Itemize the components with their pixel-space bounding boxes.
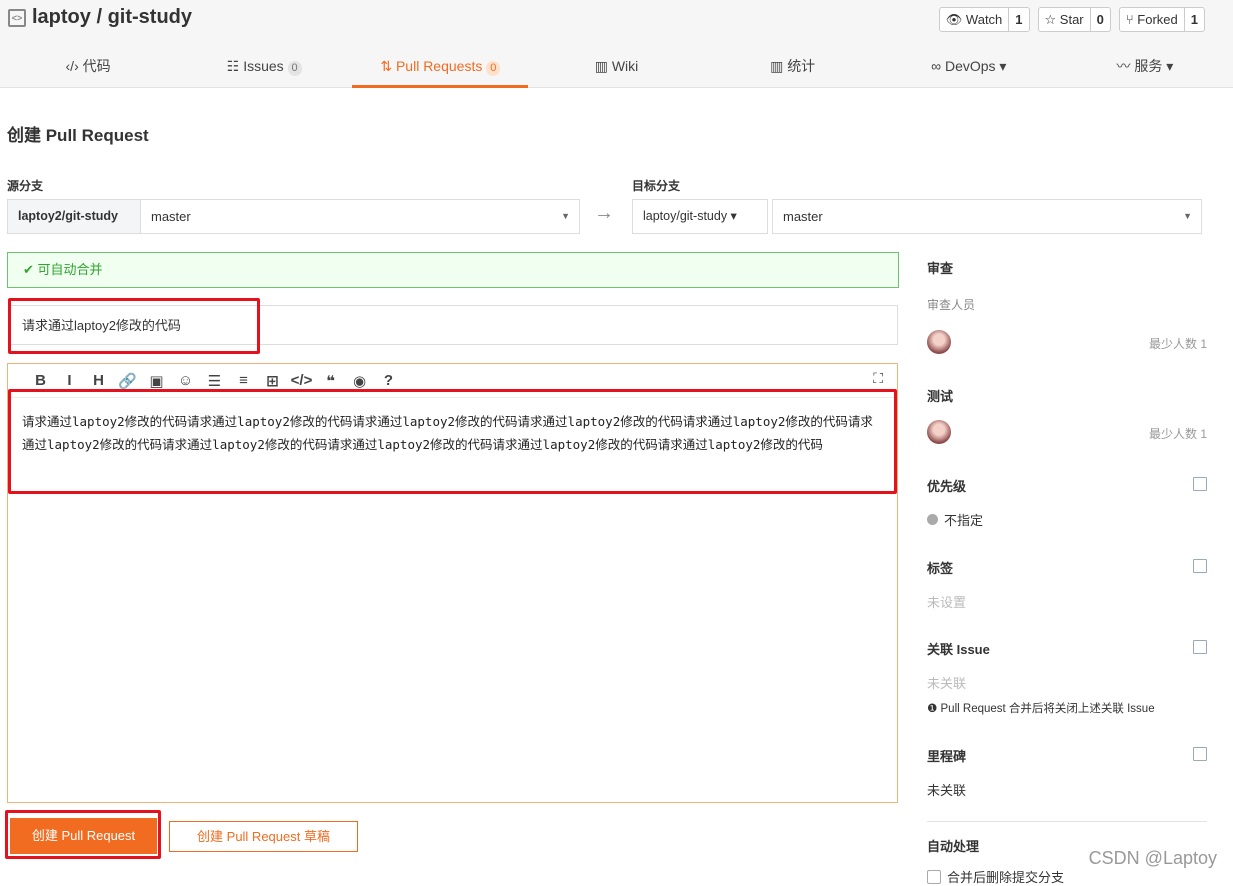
labels-value: 未设置 — [927, 595, 967, 610]
book-icon: ▥ — [594, 58, 612, 74]
target-branch-select[interactable]: master ▼ — [772, 199, 1202, 234]
emoji-icon[interactable]: ☺ — [171, 372, 200, 389]
watermark: CSDN @Laptoy — [1088, 848, 1217, 868]
tab-pull-requests[interactable]: ⇅ Pull Requests 0 — [352, 50, 529, 88]
arrow-right-icon: → — [594, 202, 614, 224]
edit-icon[interactable] — [1193, 559, 1207, 573]
edit-icon[interactable] — [1193, 477, 1207, 491]
fork-icon: ⑂ Forked — [1125, 12, 1178, 27]
tab-devops[interactable]: ∞ DevOps ▾ — [881, 50, 1057, 88]
repo-icon: <> — [8, 8, 26, 27]
tab-code[interactable]: ‹/› 代码 — [0, 50, 176, 88]
code-icon[interactable]: </> — [287, 372, 316, 389]
fullscreen-icon[interactable]: ⛶ — [873, 370, 883, 387]
avatar[interactable] — [927, 420, 951, 444]
fork-button[interactable]: ⑂ Forked 1 — [1118, 7, 1205, 32]
help-icon[interactable]: ? — [374, 372, 403, 389]
bullet-list-icon[interactable]: ☰ — [200, 372, 229, 390]
milestone-title: 里程碑 — [927, 749, 967, 764]
test-title: 测试 — [927, 389, 954, 404]
star-button[interactable]: ☆ Star 0 — [1037, 7, 1111, 32]
target-repo-select[interactable]: laptoy/git-study ▾ — [632, 199, 768, 234]
link-icon[interactable]: 🔗 — [113, 372, 142, 390]
checkbox[interactable] — [927, 870, 941, 884]
priority-value: 不指定 — [944, 513, 984, 528]
watch-button[interactable]: 👁 Watch 1 — [938, 7, 1030, 32]
target-label: 目标分支 — [632, 179, 681, 193]
tab-wiki[interactable]: ▥ Wiki — [528, 50, 704, 88]
highlight-box — [8, 298, 260, 354]
image-icon[interactable]: ▣ — [142, 372, 171, 390]
repo-title[interactable]: <> laptoy / git-study — [8, 6, 192, 29]
reviewer-label: 审查人员 — [927, 298, 976, 312]
caret-down-icon: ▼ — [1183, 211, 1192, 221]
ordered-list-icon[interactable]: ≡ — [229, 372, 258, 389]
quote-icon[interactable]: ❝ — [316, 372, 345, 390]
italic-icon[interactable]: I — [55, 372, 84, 389]
tab-services[interactable]: 〰 服务 ▾ — [1057, 50, 1233, 88]
star-icon: ☆ Star — [1044, 12, 1084, 27]
issue-value: 未关联 — [927, 676, 967, 691]
table-icon[interactable]: ⊞ — [258, 372, 287, 390]
edit-icon[interactable] — [1193, 747, 1207, 761]
edit-icon[interactable] — [1193, 640, 1207, 654]
eye-icon: 👁 Watch — [945, 12, 1003, 27]
infinity-icon: ∞ — [931, 58, 945, 74]
tab-issues[interactable]: ☷ Issues 0 — [176, 50, 352, 88]
source-repo: laptoy2/git-study — [7, 199, 141, 234]
create-draft-button[interactable]: 创建 Pull Request 草稿 — [169, 821, 358, 852]
repo-header: <> laptoy / git-study 👁 Watch 1 ☆ Star 0 ⑂ … — [0, 0, 1233, 88]
bold-icon[interactable]: B — [26, 372, 55, 389]
check-circle-icon: ✔ — [23, 262, 38, 277]
labels-title: 标签 — [927, 561, 954, 576]
dot-icon — [927, 514, 938, 525]
review-title: 审查 — [927, 261, 954, 276]
divider — [927, 821, 1207, 822]
test-min: 最少人数 1 — [1148, 427, 1207, 441]
code-icon: ‹/› — [65, 58, 83, 74]
auto-title: 自动处理 — [927, 839, 980, 854]
issues-icon: ☷ — [226, 58, 244, 74]
pull-request-icon: ⇅ — [380, 58, 396, 74]
highlight-box — [8, 389, 897, 494]
source-label: 源分支 — [7, 179, 44, 193]
issue-note: Pull Request 合并后将关闭上述关联 Issue — [940, 703, 1155, 715]
heading-icon[interactable]: H — [84, 372, 113, 389]
chart-icon: ▥ — [770, 58, 788, 74]
highlight-box — [5, 810, 161, 859]
avatar[interactable] — [927, 330, 951, 354]
source-branch-select[interactable]: master ▼ — [140, 199, 580, 234]
merge-status: ✔ 可自动合并 — [7, 252, 899, 288]
issue-title: 关联 Issue — [927, 642, 990, 657]
page-title: 创建 Pull Request — [7, 126, 149, 145]
review-min: 最少人数 1 — [1148, 337, 1207, 351]
milestone-value: 未关联 — [927, 783, 967, 798]
info-icon: ❶ — [927, 703, 941, 715]
preview-icon[interactable]: ◉ — [345, 372, 374, 390]
priority-title: 优先级 — [927, 479, 967, 494]
caret-down-icon: ▼ — [561, 211, 570, 221]
tab-stats[interactable]: ▥ 统计 — [705, 50, 881, 88]
pulse-icon: 〰 — [1116, 58, 1135, 74]
